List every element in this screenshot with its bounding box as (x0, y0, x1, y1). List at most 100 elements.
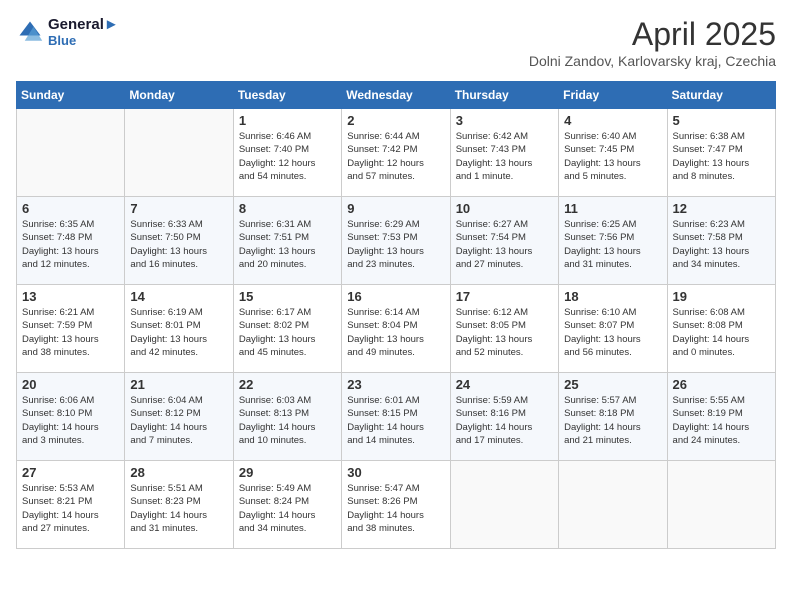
day-number: 3 (456, 113, 553, 128)
calendar-cell: 16Sunrise: 6:14 AM Sunset: 8:04 PM Dayli… (342, 285, 450, 373)
calendar-cell: 20 Sunrise: 6:06 AM Sunset: 8:10 PM Dayli… (17, 373, 125, 461)
calendar-table: SundayMondayTuesdayWednesdayThursdayFrid… (16, 81, 776, 549)
calendar-cell (450, 461, 558, 549)
weekday-header-wednesday: Wednesday (342, 82, 450, 109)
day-info: Sunrise: 6:12 AM Sunset: 8:05 PM Dayligh… (456, 306, 553, 359)
day-info: Sunrise: 5:51 AM Sunset: 8:23 PM Dayligh… (130, 482, 227, 535)
day-number: 6 (22, 201, 119, 216)
calendar-cell: 7 Sunrise: 6:33 AM Sunset: 7:50 PM Daylig… (125, 197, 233, 285)
subtitle: Dolni Zandov, Karlovarsky kraj, Czechia (529, 53, 776, 69)
day-number: 13 (22, 289, 119, 304)
calendar-cell: 30 Sunrise: 5:47 AM Sunset: 8:26 PM Dayli… (342, 461, 450, 549)
day-info: Sunrise: 6:06 AM Sunset: 8:10 PM Dayligh… (22, 394, 119, 447)
calendar-cell: 4 Sunrise: 6:40 AM Sunset: 7:45 PM Daylig… (559, 109, 667, 197)
calendar-cell: 19 Sunrise: 6:08 AM Sunset: 8:08 PM Dayli… (667, 285, 775, 373)
calendar-cell (17, 109, 125, 197)
weekday-header-sunday: Sunday (17, 82, 125, 109)
day-number: 9 (347, 201, 444, 216)
day-info: Sunrise: 6:23 AM Sunset: 7:58 PM Dayligh… (673, 218, 770, 271)
day-info: Sunrise: 5:47 AM Sunset: 8:26 PM Dayligh… (347, 482, 444, 535)
calendar-cell: 12 Sunrise: 6:23 AM Sunset: 7:58 PM Dayli… (667, 197, 775, 285)
day-number: 29 (239, 465, 336, 480)
day-number: 21 (130, 377, 227, 392)
day-info: Sunrise: 6:33 AM Sunset: 7:50 PM Dayligh… (130, 218, 227, 271)
day-number: 2 (347, 113, 444, 128)
day-number: 30 (347, 465, 444, 480)
calendar-cell (125, 109, 233, 197)
calendar-cell: 17 Sunrise: 6:12 AM Sunset: 8:05 PM Dayli… (450, 285, 558, 373)
day-number: 12 (673, 201, 770, 216)
day-number: 20 (22, 377, 119, 392)
title-block: April 2025 Dolni Zandov, Karlovarsky kra… (529, 16, 776, 69)
month-title: April 2025 (529, 16, 776, 53)
weekday-header-row: SundayMondayTuesdayWednesdayThursdayFrid… (17, 82, 776, 109)
day-number: 27 (22, 465, 119, 480)
calendar-cell: 28 Sunrise: 5:51 AM Sunset: 8:23 PM Dayli… (125, 461, 233, 549)
day-info: Sunrise: 6:29 AM Sunset: 7:53 PM Dayligh… (347, 218, 444, 271)
day-number: 19 (673, 289, 770, 304)
day-number: 5 (673, 113, 770, 128)
calendar-cell: 3 Sunrise: 6:42 AM Sunset: 7:43 PM Daylig… (450, 109, 558, 197)
weekday-header-thursday: Thursday (450, 82, 558, 109)
logo: General► Blue (16, 16, 119, 48)
week-row-3: 13 Sunrise: 6:21 AM Sunset: 7:59 PM Dayli… (17, 285, 776, 373)
calendar-cell: 6 Sunrise: 6:35 AM Sunset: 7:48 PM Daylig… (17, 197, 125, 285)
day-info: Sunrise: 6:14 AM Sunset: 8:04 PM Dayligh… (347, 306, 444, 359)
calendar-cell: 2 Sunrise: 6:44 AM Sunset: 7:42 PM Daylig… (342, 109, 450, 197)
day-info: Sunrise: 6:38 AM Sunset: 7:47 PM Dayligh… (673, 130, 770, 183)
day-number: 15 (239, 289, 336, 304)
day-info: Sunrise: 6:40 AM Sunset: 7:45 PM Dayligh… (564, 130, 661, 183)
day-info: Sunrise: 6:35 AM Sunset: 7:48 PM Dayligh… (22, 218, 119, 271)
calendar-cell (559, 461, 667, 549)
day-number: 1 (239, 113, 336, 128)
day-info: Sunrise: 6:42 AM Sunset: 7:43 PM Dayligh… (456, 130, 553, 183)
weekday-header-saturday: Saturday (667, 82, 775, 109)
calendar-cell: 26Sunrise: 5:55 AM Sunset: 8:19 PM Dayli… (667, 373, 775, 461)
calendar-cell: 24 Sunrise: 5:59 AM Sunset: 8:16 PM Dayli… (450, 373, 558, 461)
day-number: 14 (130, 289, 227, 304)
calendar-cell: 27 Sunrise: 5:53 AM Sunset: 8:21 PM Dayli… (17, 461, 125, 549)
calendar-cell (667, 461, 775, 549)
week-row-1: 1 Sunrise: 6:46 AM Sunset: 7:40 PM Daylig… (17, 109, 776, 197)
day-info: Sunrise: 6:19 AM Sunset: 8:01 PM Dayligh… (130, 306, 227, 359)
week-row-4: 20 Sunrise: 6:06 AM Sunset: 8:10 PM Dayli… (17, 373, 776, 461)
day-number: 25 (564, 377, 661, 392)
week-row-2: 6 Sunrise: 6:35 AM Sunset: 7:48 PM Daylig… (17, 197, 776, 285)
day-number: 26 (673, 377, 770, 392)
week-row-5: 27 Sunrise: 5:53 AM Sunset: 8:21 PM Dayli… (17, 461, 776, 549)
day-number: 28 (130, 465, 227, 480)
day-number: 7 (130, 201, 227, 216)
day-info: Sunrise: 5:53 AM Sunset: 8:21 PM Dayligh… (22, 482, 119, 535)
day-info: Sunrise: 6:31 AM Sunset: 7:51 PM Dayligh… (239, 218, 336, 271)
calendar-cell: 5 Sunrise: 6:38 AM Sunset: 7:47 PM Daylig… (667, 109, 775, 197)
day-info: Sunrise: 5:57 AM Sunset: 8:18 PM Dayligh… (564, 394, 661, 447)
weekday-header-monday: Monday (125, 82, 233, 109)
calendar-cell: 29Sunrise: 5:49 AM Sunset: 8:24 PM Dayli… (233, 461, 341, 549)
calendar-cell: 11Sunrise: 6:25 AM Sunset: 7:56 PM Dayli… (559, 197, 667, 285)
calendar-cell: 8 Sunrise: 6:31 AM Sunset: 7:51 PM Daylig… (233, 197, 341, 285)
day-number: 11 (564, 201, 661, 216)
calendar-cell: 23Sunrise: 6:01 AM Sunset: 8:15 PM Dayli… (342, 373, 450, 461)
calendar-cell: 14 Sunrise: 6:19 AM Sunset: 8:01 PM Dayli… (125, 285, 233, 373)
calendar-cell: 10Sunrise: 6:27 AM Sunset: 7:54 PM Dayli… (450, 197, 558, 285)
day-number: 24 (456, 377, 553, 392)
day-info: Sunrise: 6:17 AM Sunset: 8:02 PM Dayligh… (239, 306, 336, 359)
calendar-cell: 15 Sunrise: 6:17 AM Sunset: 8:02 PM Dayli… (233, 285, 341, 373)
day-info: Sunrise: 6:03 AM Sunset: 8:13 PM Dayligh… (239, 394, 336, 447)
day-info: Sunrise: 6:08 AM Sunset: 8:08 PM Dayligh… (673, 306, 770, 359)
weekday-header-friday: Friday (559, 82, 667, 109)
day-info: Sunrise: 6:46 AM Sunset: 7:40 PM Dayligh… (239, 130, 336, 183)
day-number: 17 (456, 289, 553, 304)
calendar-cell: 9 Sunrise: 6:29 AM Sunset: 7:53 PM Daylig… (342, 197, 450, 285)
day-info: Sunrise: 6:10 AM Sunset: 8:07 PM Dayligh… (564, 306, 661, 359)
day-info: Sunrise: 6:21 AM Sunset: 7:59 PM Dayligh… (22, 306, 119, 359)
calendar-cell: 1 Sunrise: 6:46 AM Sunset: 7:40 PM Daylig… (233, 109, 341, 197)
day-info: Sunrise: 6:27 AM Sunset: 7:54 PM Dayligh… (456, 218, 553, 271)
day-number: 4 (564, 113, 661, 128)
day-info: Sunrise: 6:44 AM Sunset: 7:42 PM Dayligh… (347, 130, 444, 183)
day-number: 8 (239, 201, 336, 216)
calendar-cell: 21 Sunrise: 6:04 AM Sunset: 8:12 PM Dayli… (125, 373, 233, 461)
page-header: General► Blue April 2025 Dolni Zandov, K… (16, 16, 776, 69)
day-info: Sunrise: 5:59 AM Sunset: 8:16 PM Dayligh… (456, 394, 553, 447)
day-info: Sunrise: 6:04 AM Sunset: 8:12 PM Dayligh… (130, 394, 227, 447)
